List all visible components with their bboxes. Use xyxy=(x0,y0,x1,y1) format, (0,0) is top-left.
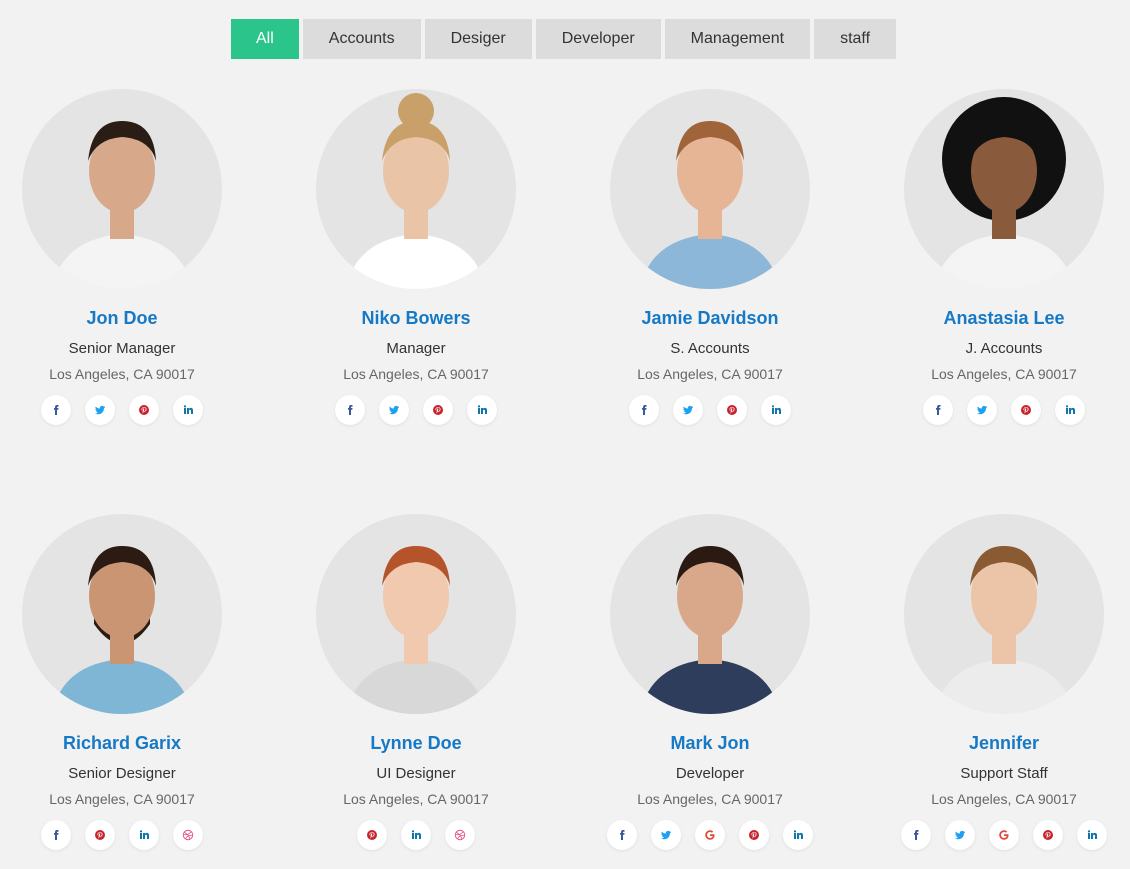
pinterest-icon[interactable] xyxy=(423,395,453,425)
team-member-card: Jennifer Support Staff Los Angeles, CA 900… xyxy=(874,514,1130,850)
twitter-icon[interactable] xyxy=(673,395,703,425)
pinterest-icon[interactable] xyxy=(129,395,159,425)
dribbble-icon[interactable] xyxy=(445,820,475,850)
social-links xyxy=(0,820,252,850)
pinterest-icon[interactable] xyxy=(1011,395,1041,425)
member-address: Los Angeles, CA 90017 xyxy=(931,366,1077,382)
social-links xyxy=(286,395,546,425)
linkedin-icon[interactable] xyxy=(173,395,203,425)
linkedin-icon[interactable] xyxy=(761,395,791,425)
linkedin-icon[interactable] xyxy=(129,820,159,850)
social-links xyxy=(580,820,840,850)
linkedin-icon[interactable] xyxy=(1055,395,1085,425)
filter-all-button[interactable]: All xyxy=(231,19,299,59)
team-member-card: Anastasia Lee J. Accounts Los Angeles, CA … xyxy=(874,89,1130,425)
member-photo xyxy=(610,89,810,289)
member-address: Los Angeles, CA 90017 xyxy=(343,366,489,382)
facebook-icon[interactable] xyxy=(41,395,71,425)
team-member-card: Richard Garix Senior Designer Los Angeles,… xyxy=(0,514,252,850)
member-role: J. Accounts xyxy=(965,340,1043,357)
member-role: UI Designer xyxy=(376,765,456,782)
twitter-icon[interactable] xyxy=(651,820,681,850)
google-icon[interactable] xyxy=(695,820,725,850)
dribbble-icon[interactable] xyxy=(173,820,203,850)
member-address: Los Angeles, CA 90017 xyxy=(637,366,783,382)
member-name[interactable]: Jennifer xyxy=(874,732,1130,754)
filter-bar: All Accounts Desiger Developer Managemen… xyxy=(231,19,897,59)
pinterest-icon[interactable] xyxy=(739,820,769,850)
member-role: Support Staff xyxy=(960,765,1048,782)
member-address: Los Angeles, CA 90017 xyxy=(637,791,783,807)
social-links xyxy=(0,395,252,425)
twitter-icon[interactable] xyxy=(379,395,409,425)
member-role: S. Accounts xyxy=(670,340,750,357)
social-links xyxy=(286,820,546,850)
member-photo xyxy=(316,514,516,714)
member-photo xyxy=(316,89,516,289)
member-photo xyxy=(904,89,1104,289)
member-role: Manager xyxy=(386,340,446,357)
team-member-card: Jon Doe Senior Manager Los Angeles, CA 900… xyxy=(0,89,252,425)
filter-accounts-button[interactable]: Accounts xyxy=(302,19,421,59)
facebook-icon[interactable] xyxy=(607,820,637,850)
linkedin-icon[interactable] xyxy=(401,820,431,850)
member-name[interactable]: Richard Garix xyxy=(0,732,252,754)
team-member-card: Lynne Doe UI Designer Los Angeles, CA 9001… xyxy=(286,514,546,850)
social-links xyxy=(580,395,840,425)
pinterest-icon[interactable] xyxy=(717,395,747,425)
member-address: Los Angeles, CA 90017 xyxy=(343,791,489,807)
member-role: Senior Designer xyxy=(68,765,176,782)
member-photo xyxy=(22,514,222,714)
linkedin-icon[interactable] xyxy=(783,820,813,850)
facebook-icon[interactable] xyxy=(901,820,931,850)
twitter-icon[interactable] xyxy=(85,395,115,425)
team-member-card: Niko Bowers Manager Los Angeles, CA 90017 xyxy=(286,89,546,425)
filter-staff-button[interactable]: staff xyxy=(814,19,897,59)
pinterest-icon[interactable] xyxy=(357,820,387,850)
team-member-card: Jamie Davidson S. Accounts Los Angeles, CA… xyxy=(580,89,840,425)
twitter-icon[interactable] xyxy=(945,820,975,850)
member-photo xyxy=(22,89,222,289)
filter-designer-button[interactable]: Desiger xyxy=(424,19,532,59)
team-member-card: Mark Jon Developer Los Angeles, CA 90017 xyxy=(580,514,840,850)
facebook-icon[interactable] xyxy=(41,820,71,850)
linkedin-icon[interactable] xyxy=(467,395,497,425)
member-address: Los Angeles, CA 90017 xyxy=(49,366,195,382)
member-name[interactable]: Anastasia Lee xyxy=(874,307,1130,329)
member-name[interactable]: Jon Doe xyxy=(0,307,252,329)
member-address: Los Angeles, CA 90017 xyxy=(931,791,1077,807)
member-photo xyxy=(904,514,1104,714)
member-name[interactable]: Lynne Doe xyxy=(286,732,546,754)
facebook-icon[interactable] xyxy=(335,395,365,425)
social-links xyxy=(874,820,1130,850)
pinterest-icon[interactable] xyxy=(1033,820,1063,850)
member-name[interactable]: Mark Jon xyxy=(580,732,840,754)
twitter-icon[interactable] xyxy=(967,395,997,425)
social-links xyxy=(874,395,1130,425)
pinterest-icon[interactable] xyxy=(85,820,115,850)
member-role: Developer xyxy=(675,765,745,782)
member-name[interactable]: Jamie Davidson xyxy=(580,307,840,329)
member-role: Senior Manager xyxy=(68,340,176,357)
filter-developer-button[interactable]: Developer xyxy=(535,19,661,59)
facebook-icon[interactable] xyxy=(923,395,953,425)
linkedin-icon[interactable] xyxy=(1077,820,1107,850)
member-name[interactable]: Niko Bowers xyxy=(286,307,546,329)
facebook-icon[interactable] xyxy=(629,395,659,425)
google-icon[interactable] xyxy=(989,820,1019,850)
filter-management-button[interactable]: Management xyxy=(664,19,811,59)
member-address: Los Angeles, CA 90017 xyxy=(49,791,195,807)
member-photo xyxy=(610,514,810,714)
